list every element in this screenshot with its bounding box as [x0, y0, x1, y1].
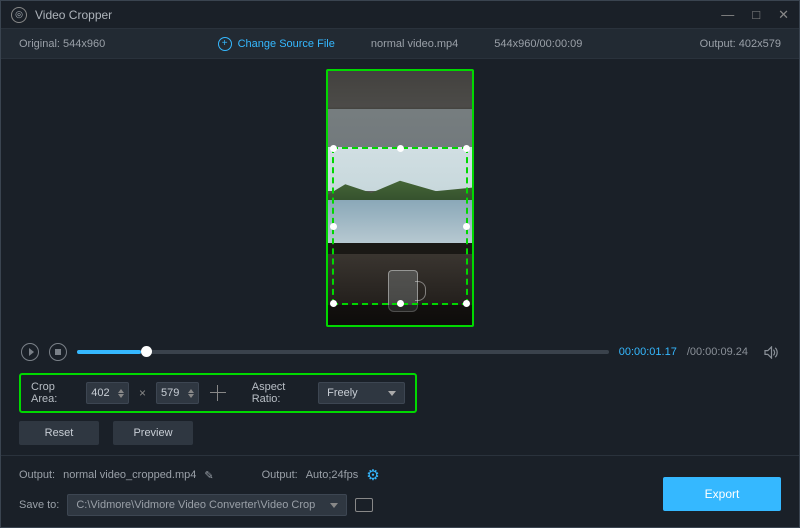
crop-handle-ml[interactable]	[330, 223, 337, 230]
play-icon	[29, 348, 34, 356]
seek-track[interactable]	[77, 350, 609, 354]
edit-filename-icon[interactable]: ✎	[204, 469, 213, 482]
save-to-label: Save to:	[19, 499, 59, 511]
width-up[interactable]	[118, 389, 124, 393]
crop-handle-tm[interactable]	[397, 145, 404, 152]
open-folder-button[interactable]	[355, 498, 373, 512]
minimize-button[interactable]: —	[721, 7, 734, 23]
crop-handle-bl[interactable]	[330, 300, 337, 307]
volume-icon[interactable]	[764, 346, 779, 359]
preview-label: Preview	[133, 427, 172, 439]
export-button[interactable]: Export	[663, 477, 781, 511]
crop-mask-bottom	[328, 305, 472, 325]
app-icon: ◎	[11, 7, 27, 23]
seek-thumb[interactable]	[141, 346, 152, 357]
width-down[interactable]	[118, 394, 124, 398]
stop-icon	[55, 349, 61, 355]
output-dimensions: Output: 402x579	[700, 38, 781, 50]
crop-mask-top	[328, 71, 472, 147]
output-label-2: Output:	[262, 469, 298, 481]
crop-box[interactable]	[332, 147, 468, 305]
plus-circle-icon: +	[218, 37, 232, 51]
change-source-label: Change Source File	[238, 38, 335, 50]
crop-handle-mr[interactable]	[463, 223, 470, 230]
close-button[interactable]: ✕	[778, 7, 789, 23]
center-crop-button[interactable]	[209, 382, 228, 404]
crop-height-input[interactable]: 579	[156, 382, 199, 404]
crop-width-value: 402	[91, 387, 109, 399]
chevron-down-icon	[330, 503, 338, 508]
preview-button[interactable]: Preview	[113, 421, 193, 445]
save-path-select[interactable]: C:\Vidmore\Vidmore Video Converter\Video…	[67, 494, 347, 516]
chevron-down-icon	[388, 391, 396, 396]
gear-icon[interactable]: ⚙	[366, 466, 379, 484]
video-frame[interactable]	[326, 69, 474, 327]
stop-button[interactable]	[49, 343, 67, 361]
center-icon	[210, 385, 226, 401]
reset-label: Reset	[45, 427, 74, 439]
window-title: Video Cropper	[35, 8, 112, 22]
crop-handle-tl[interactable]	[330, 145, 337, 152]
seek-progress	[77, 350, 141, 354]
time-current: 00:00:01.17	[619, 346, 677, 358]
aspect-ratio-value: Freely	[327, 387, 358, 399]
output-format: Auto;24fps	[306, 469, 359, 481]
change-source-button[interactable]: + Change Source File	[218, 37, 335, 51]
times-symbol: ×	[139, 386, 146, 400]
info-bar: Original: 544x960 + Change Source File n…	[1, 29, 799, 59]
divider	[1, 455, 799, 456]
crop-area-label: Crop Area:	[31, 381, 76, 405]
source-filename: normal video.mp4	[371, 38, 458, 50]
aspect-ratio-label: Aspect Ratio:	[252, 381, 308, 405]
export-label: Export	[705, 487, 740, 501]
time-total: /00:00:09.24	[687, 346, 748, 358]
aspect-ratio-select[interactable]: Freely	[318, 382, 405, 404]
crop-width-input[interactable]: 402	[86, 382, 129, 404]
crop-handle-br[interactable]	[463, 300, 470, 307]
preview-area	[1, 59, 799, 337]
play-button[interactable]	[21, 343, 39, 361]
height-down[interactable]	[188, 394, 194, 398]
save-path-value: C:\Vidmore\Vidmore Video Converter\Video…	[76, 499, 315, 511]
crop-handle-bm[interactable]	[397, 300, 404, 307]
crop-height-value: 579	[161, 387, 179, 399]
reset-button[interactable]: Reset	[19, 421, 99, 445]
maximize-button[interactable]: □	[752, 7, 760, 23]
playback-bar: 00:00:01.17/00:00:09.24	[1, 337, 799, 367]
original-dimensions: Original: 544x960	[19, 38, 105, 50]
crop-controls-panel: Crop Area: 402 × 579 Aspect Ratio: Freel…	[19, 373, 417, 413]
output-label-1: Output:	[19, 469, 55, 481]
height-up[interactable]	[188, 389, 194, 393]
source-dim-duration: 544x960/00:00:09	[494, 38, 582, 50]
output-filename: normal video_cropped.mp4	[63, 469, 196, 481]
title-bar: ◎ Video Cropper — □ ✕	[1, 1, 799, 29]
